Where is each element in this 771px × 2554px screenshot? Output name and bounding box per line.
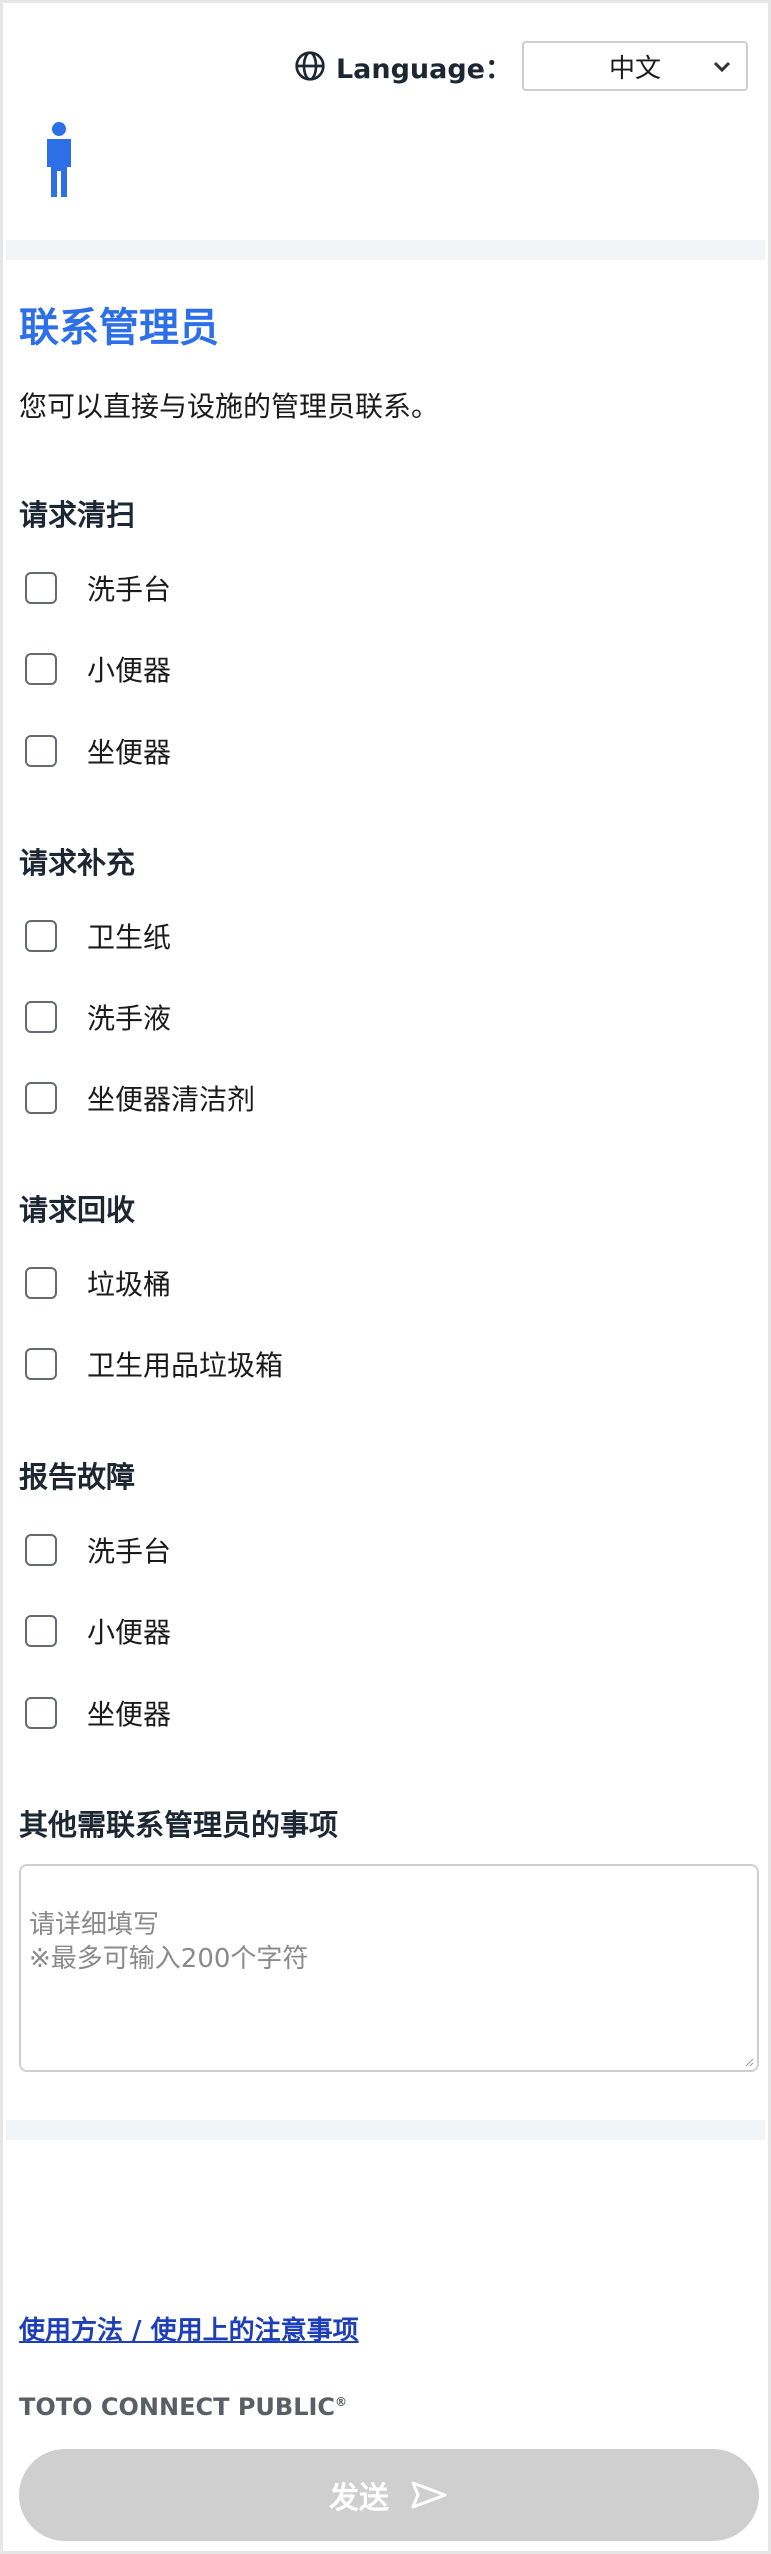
checkbox-malfunction-toilet[interactable]: 坐便器 (25, 1693, 171, 1733)
checkbox-label: 洗手液 (87, 1002, 172, 1035)
registered-mark: ® (335, 2395, 348, 2409)
brand-text: TOTO CONNECT PUBLIC (19, 2393, 336, 2421)
divider-band (6, 2120, 765, 2140)
checkbox[interactable] (25, 920, 57, 952)
page-title: 联系管理员 (19, 305, 219, 351)
language-label: Language： (335, 53, 512, 85)
checkbox-malfunction-washbasin[interactable]: 洗手台 (25, 1530, 171, 1570)
section-title-malfunction: 报告故障 (19, 1460, 136, 1494)
checkbox[interactable] (25, 1697, 57, 1729)
resize-handle-icon[interactable] (744, 2057, 754, 2067)
checkbox[interactable] (25, 1534, 57, 1566)
checkbox[interactable] (25, 1348, 57, 1380)
send-label: 发送 (329, 2481, 389, 2516)
person-icon (47, 122, 71, 197)
checkbox[interactable] (25, 1001, 57, 1033)
notes-placeholder: 请详细填写 ※最多可输入200个字符 (29, 1910, 309, 1974)
notes-title: 其他需联系管理员的事项 (19, 1808, 339, 1842)
checkbox-label: 小便器 (87, 1616, 172, 1649)
checkbox-cleaning-urinal[interactable]: 小便器 (25, 649, 171, 689)
checkbox-collection-sanitary-bin[interactable]: 卫生用品垃圾箱 (25, 1344, 283, 1384)
checkbox-malfunction-urinal[interactable]: 小便器 (25, 1611, 171, 1651)
checkbox[interactable] (25, 735, 57, 767)
chevron-down-icon (713, 61, 731, 73)
notes-textarea[interactable]: 请详细填写 ※最多可输入200个字符 (19, 1864, 759, 2072)
checkbox-cleaning-washbasin[interactable]: 洗手台 (25, 568, 171, 608)
section-title-cleaning: 请求清扫 (19, 498, 136, 532)
language-value: 中文 (608, 53, 661, 84)
checkbox-refill-toilet-paper[interactable]: 卫生纸 (25, 916, 171, 956)
checkbox-collection-trash-bin[interactable]: 垃圾桶 (25, 1263, 171, 1303)
checkbox-label: 卫生纸 (87, 921, 172, 954)
checkbox[interactable] (25, 653, 57, 685)
section-title-collection: 请求回收 (19, 1193, 136, 1227)
checkbox-label: 卫生用品垃圾箱 (87, 1349, 284, 1382)
checkbox-label: 坐便器 (87, 1698, 172, 1731)
divider-band (6, 240, 765, 260)
page: Language： 中文 联系管理员 您可以直接与设施的管理员联系。 请求清扫 … (0, 0, 771, 2554)
language-switcher: Language： 中文 (294, 41, 748, 91)
brand-name: TOTO CONNECT PUBLIC® (19, 2393, 347, 2421)
globe-icon (295, 51, 325, 81)
language-select[interactable]: 中文 (522, 41, 748, 91)
checkbox-label: 坐便器 (87, 736, 172, 769)
checkbox-refill-hand-soap[interactable]: 洗手液 (25, 997, 171, 1037)
checkbox-label: 小便器 (87, 654, 172, 687)
checkbox[interactable] (25, 1267, 57, 1299)
checkbox[interactable] (25, 572, 57, 604)
checkbox-label: 洗手台 (87, 573, 172, 606)
checkbox[interactable] (25, 1082, 57, 1114)
send-icon (411, 2481, 447, 2509)
usage-notes-link[interactable]: 使用方法 / 使用上的注意事项 (19, 2310, 359, 2347)
send-button[interactable]: 发送 (19, 2449, 759, 2541)
checkbox-label: 垃圾桶 (87, 1268, 172, 1301)
section-title-refill: 请求补充 (19, 846, 136, 880)
checkbox[interactable] (25, 1615, 57, 1647)
checkbox-cleaning-toilet[interactable]: 坐便器 (25, 731, 171, 771)
checkbox-label: 坐便器清洁剂 (87, 1083, 256, 1116)
checkbox-refill-toilet-cleaner[interactable]: 坐便器清洁剂 (25, 1078, 255, 1118)
checkbox-label: 洗手台 (87, 1535, 172, 1568)
page-description: 您可以直接与设施的管理员联系。 (19, 390, 440, 423)
